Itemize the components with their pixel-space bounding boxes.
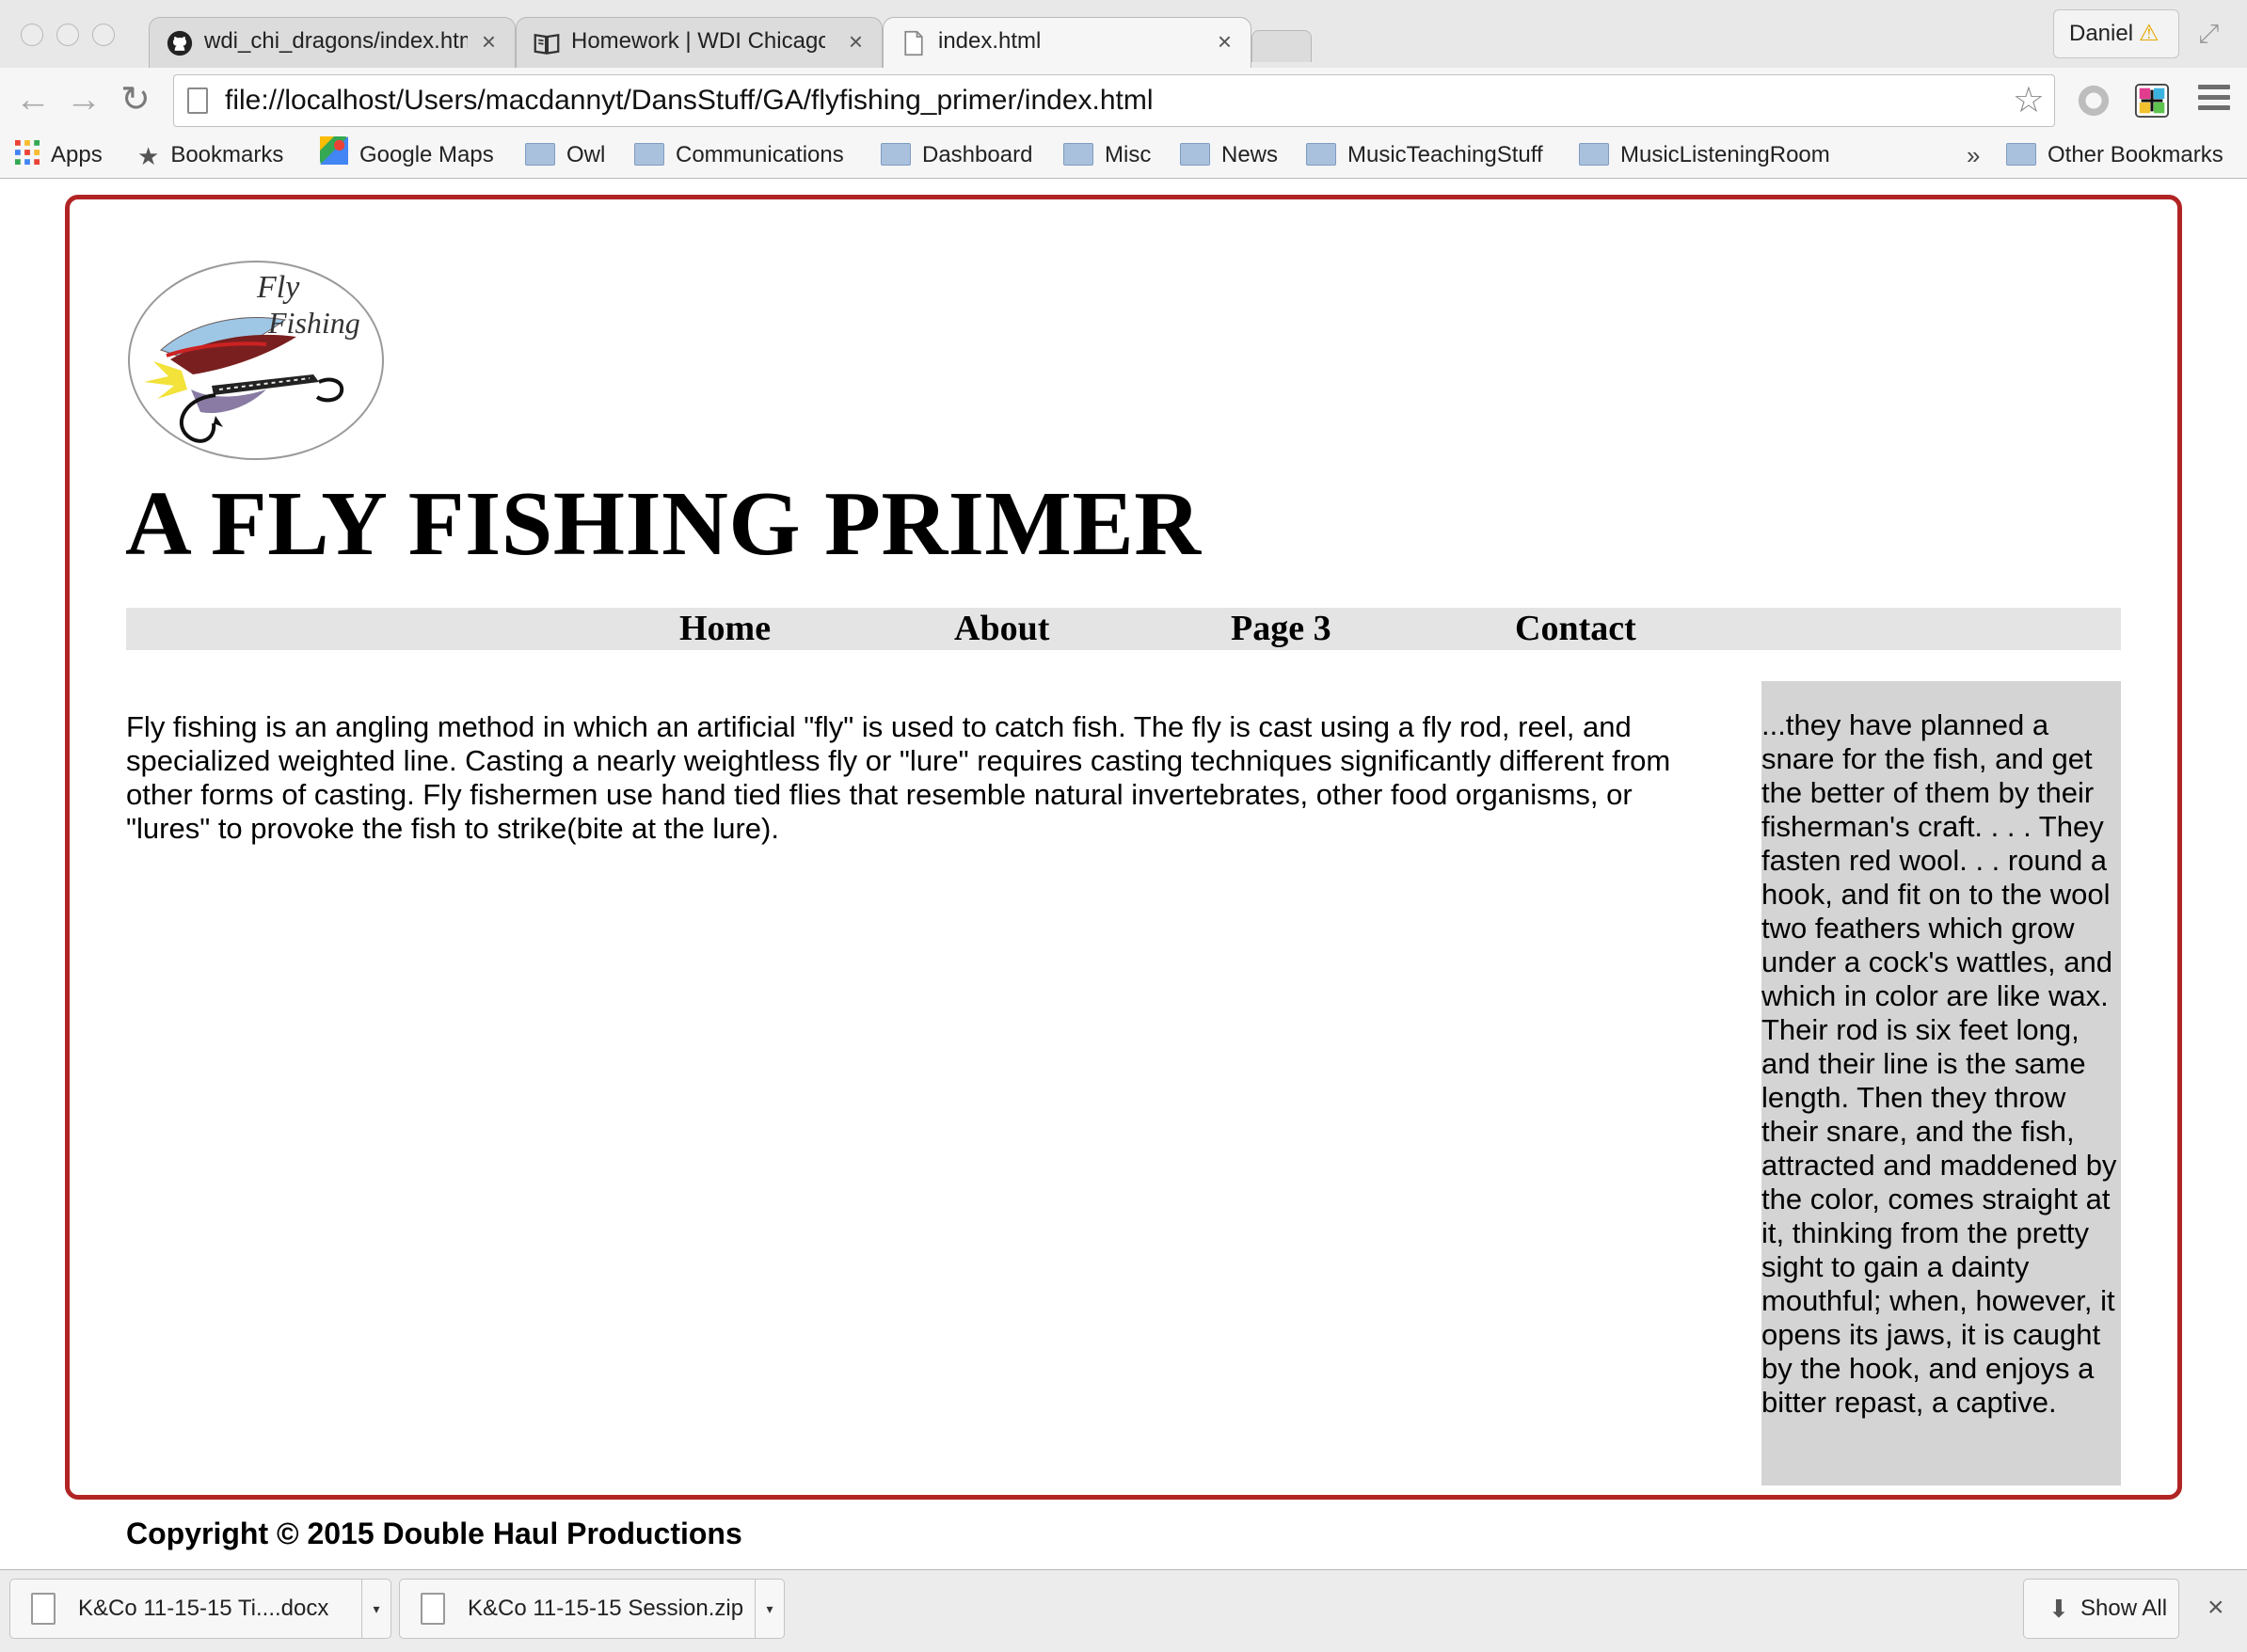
book-icon [534,33,560,55]
close-icon[interactable]: × [482,18,496,65]
browser-toolbar: ← → ↻ file://localhost/Users/macdannyt/D… [0,68,2247,134]
bookmark-folder-news[interactable]: News [1180,134,1278,177]
bookmark-folder-musicteachingstuff[interactable]: MusicTeachingStuff [1306,134,1543,177]
folder-icon [2006,143,2036,166]
download-filename: K&Co 11-15-15 Session.zip [468,1596,744,1621]
tab-github[interactable]: wdi_chi_dragons/index.htm × [149,17,516,68]
bookmark-label: Google Maps [359,142,494,167]
back-arrow-icon[interactable]: ← [15,79,51,120]
show-all-downloads-button[interactable]: ⬇ Show All [2023,1579,2179,1639]
tab-index[interactable]: index.html × [883,17,1251,68]
tab-title: Homework | WDI Chicago [571,28,825,54]
extension-circle-icon[interactable] [2076,83,2112,119]
nav-link-about[interactable]: About [954,608,1049,650]
page-title: A FLY FISHING PRIMER [125,473,1202,575]
new-tab-button[interactable] [1251,30,1312,62]
close-icon[interactable]: × [2207,1587,2224,1628]
download-arrow-icon: ⬇ [2048,1595,2069,1623]
bookmark-bookmarks[interactable]: ★ Bookmarks [137,134,283,178]
bookmark-label: News [1221,142,1279,167]
bookmark-star-icon[interactable]: ☆ [2013,81,2045,120]
close-icon[interactable]: × [849,18,863,65]
folder-icon [1306,143,1336,166]
address-bar[interactable]: file://localhost/Users/macdannyt/DansStu… [173,74,2055,127]
github-icon [167,30,193,56]
page-icon [187,87,208,114]
forward-arrow-icon[interactable]: → [66,79,102,120]
download-filename: K&Co 11-15-15 Ti....docx [78,1596,329,1621]
bookmark-label: Misc [1105,142,1152,167]
zip-file-icon [421,1593,445,1625]
profile-button[interactable]: Daniel ⚠ [2053,9,2179,58]
sidebar-quote: ...they have planned a snare for the fis… [1761,681,2121,1485]
bookmarks-overflow-chevron[interactable]: » [1967,134,1980,177]
bookmark-label: Communications [676,142,844,167]
folder-icon [1063,143,1093,166]
bookmark-label: MusicListeningRoom [1620,142,1830,167]
bookmark-label: Dashboard [922,142,1033,167]
warning-icon: ⚠ [2139,21,2159,46]
tab-title: index.html [938,28,1042,54]
download-shelf: K&Co 11-15-15 Ti....docx ▾ K&Co 11-15-15… [0,1569,2247,1652]
bookmark-label: Owl [566,142,606,167]
logo-text-fishing: Fishing [267,306,360,340]
bookmark-apps[interactable]: Apps [15,134,103,177]
fullscreen-icon[interactable]: ⤢ [2198,19,2219,50]
nav-link-contact[interactable]: Contact [1515,608,1636,650]
extension-colorful-icon[interactable] [2134,83,2170,119]
site-navigation: Home About Page 3 Contact [126,608,2121,650]
bookmark-folder-dashboard[interactable]: Dashboard [881,134,1032,177]
chevron-down-icon[interactable]: ▾ [755,1580,784,1638]
main-content-paragraph: Fly fishing is an angling method in whic… [126,710,1671,845]
bookmark-label: Bookmarks [170,142,284,167]
menu-icon[interactable] [2198,85,2230,116]
window-zoom-button[interactable] [92,24,115,46]
bookmark-label: Apps [51,142,103,167]
profile-name: Daniel [2069,21,2134,46]
download-item-docx[interactable]: K&Co 11-15-15 Ti....docx ▾ [9,1579,391,1639]
reload-icon[interactable]: ↻ [120,79,151,120]
bookmarks-bar: Apps ★ Bookmarks Google Maps Owl Communic… [0,134,2247,179]
nav-link-home[interactable]: Home [679,608,771,650]
folder-icon [1180,143,1210,166]
fly-fishing-logo: Fly Fishing [128,261,384,460]
bookmark-folder-misc[interactable]: Misc [1063,134,1151,177]
nav-link-page-3[interactable]: Page 3 [1231,608,1331,650]
address-url: file://localhost/Users/macdannyt/DansStu… [225,85,1154,116]
close-icon[interactable]: × [1218,18,1232,65]
folder-icon [1579,143,1609,166]
bookmark-google-maps[interactable]: Google Maps [320,134,494,177]
folder-icon [634,143,664,166]
sidebar-quote-text: ...they have planned a snare for the fis… [1761,708,2117,1419]
tab-strip: wdi_chi_dragons/index.htm × Homework | W… [0,0,2247,68]
bookmark-folder-communications[interactable]: Communications [634,134,844,177]
bookmark-label: MusicTeachingStuff [1347,142,1543,167]
window-minimize-button[interactable] [56,24,79,46]
window-close-button[interactable] [21,24,43,46]
folder-icon [881,143,911,166]
chevron-down-icon[interactable]: ▾ [361,1580,390,1638]
logo-text-fly: Fly [256,270,300,305]
document-file-icon [31,1593,56,1625]
apps-grid-icon [15,140,40,165]
folder-icon [525,143,555,166]
footer-copyright: Copyright © 2015 Double Haul Productions [126,1517,742,1550]
tab-title: wdi_chi_dragons/index.htm [204,28,468,54]
tab-homework[interactable]: Homework | WDI Chicago × [516,17,883,68]
maps-icon [320,136,348,165]
star-icon: ★ [137,142,160,170]
show-all-label: Show All [2080,1596,2168,1621]
page-icon [904,30,923,56]
bookmark-label: Other Bookmarks [2048,142,2223,167]
download-item-zip[interactable]: K&Co 11-15-15 Session.zip ▾ [399,1579,785,1639]
bookmark-folder-owl[interactable]: Owl [525,134,605,177]
bookmark-folder-musiclisteningroom[interactable]: MusicListeningRoom [1579,134,1830,177]
bookmark-folder-other[interactable]: Other Bookmarks [2006,134,2223,177]
